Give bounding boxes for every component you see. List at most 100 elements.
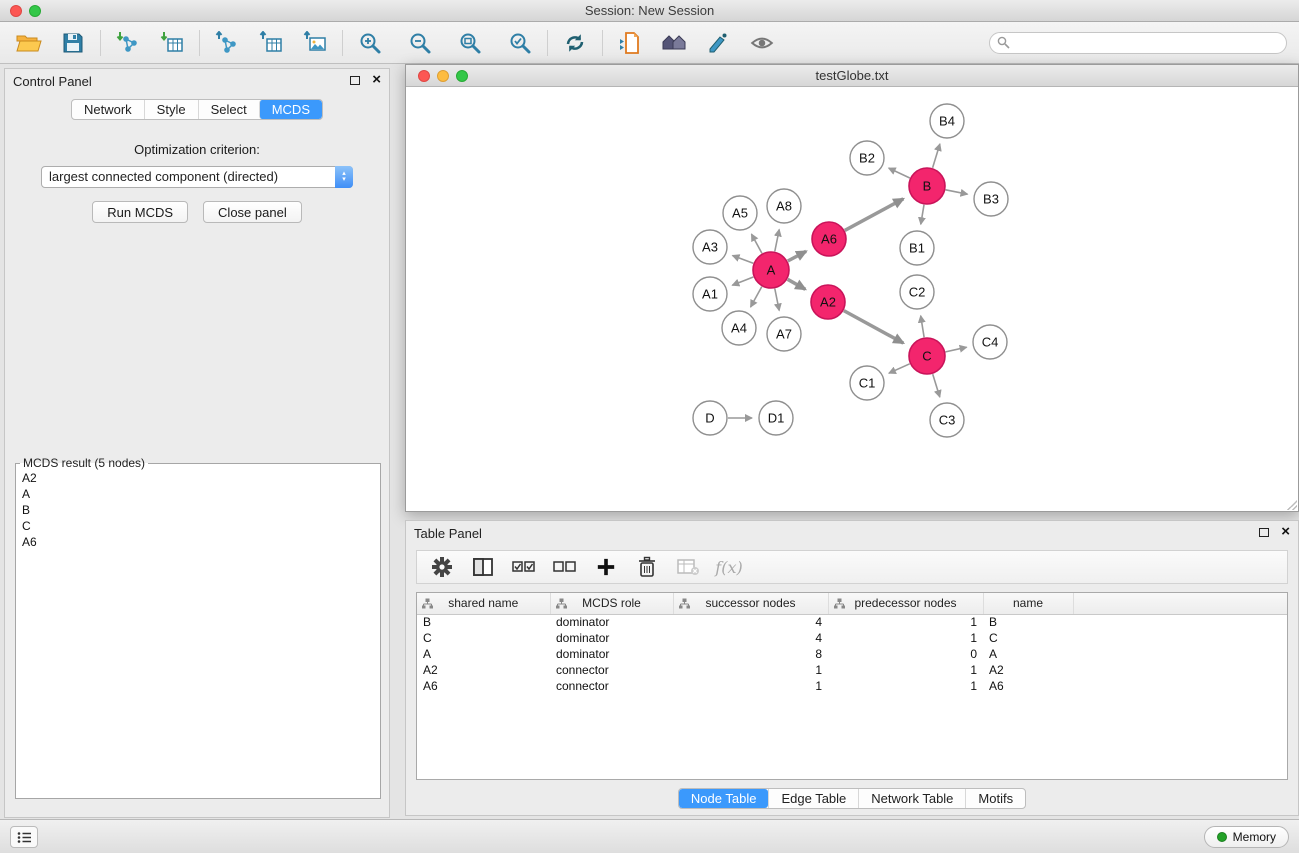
column-header-shared-name[interactable]: shared name [417, 593, 550, 614]
graph-edge[interactable] [921, 205, 924, 225]
close-window-button[interactable] [10, 5, 22, 17]
tab-style[interactable]: Style [144, 100, 198, 119]
function-builder-button[interactable]: f(x) [716, 554, 742, 580]
table-cell[interactable]: 1 [828, 678, 983, 694]
graph-edge[interactable] [844, 311, 904, 344]
graph-node-A8[interactable]: A8 [767, 189, 801, 223]
table-cell[interactable]: A2 [983, 662, 1073, 678]
graph-edge[interactable] [788, 279, 806, 289]
graph-edge[interactable] [921, 316, 924, 338]
graph-node-A7[interactable]: A7 [767, 317, 801, 351]
graph-node-B[interactable]: B [909, 168, 945, 204]
table-cell[interactable] [1073, 614, 1287, 630]
table-row[interactable]: A6connector11A6 [417, 678, 1287, 694]
graph-node-B4[interactable]: B4 [930, 104, 964, 138]
graph-edge[interactable] [946, 347, 967, 352]
table-cell[interactable]: A2 [417, 662, 550, 678]
table-cell[interactable]: A6 [417, 678, 550, 694]
run-mcds-button[interactable]: Run MCDS [92, 201, 188, 223]
import-network-button[interactable] [111, 28, 145, 58]
graph-edge[interactable] [889, 364, 910, 373]
result-item[interactable]: C [16, 518, 380, 534]
result-item[interactable]: A2 [16, 470, 380, 486]
table-cell[interactable]: connector [550, 662, 673, 678]
table-row[interactable]: A2connector11A2 [417, 662, 1287, 678]
table-cell[interactable]: dominator [550, 630, 673, 646]
table-cell[interactable]: 1 [673, 662, 828, 678]
close-panel-icon[interactable]: × [1281, 526, 1290, 538]
graph-node-C1[interactable]: C1 [850, 366, 884, 400]
import-table-button[interactable] [155, 28, 189, 58]
graph-edge[interactable] [751, 287, 762, 307]
tab-node-table[interactable]: Node Table [679, 789, 769, 808]
network-overview-button[interactable] [657, 28, 691, 58]
graph-edge[interactable] [733, 256, 754, 264]
graph-edge[interactable] [889, 168, 910, 178]
graph-edge[interactable] [775, 289, 779, 311]
document-transfer-button[interactable] [613, 28, 647, 58]
result-item[interactable]: B [16, 502, 380, 518]
zoom-out-button[interactable] [403, 28, 437, 58]
tab-select[interactable]: Select [198, 100, 259, 119]
graph-edge[interactable] [933, 144, 940, 168]
apply-layout-button[interactable] [558, 28, 592, 58]
open-session-button[interactable] [12, 28, 46, 58]
minimize-window-button[interactable] [437, 70, 449, 82]
show-columns-button[interactable] [470, 554, 496, 580]
table-cell[interactable]: C [417, 630, 550, 646]
table-settings-button[interactable] [429, 554, 455, 580]
graph-node-B1[interactable]: B1 [900, 231, 934, 265]
graph-node-A1[interactable]: A1 [693, 277, 727, 311]
export-network-button[interactable] [210, 28, 244, 58]
table-cell[interactable] [1073, 662, 1287, 678]
task-history-button[interactable] [10, 826, 38, 848]
column-header-successor-nodes[interactable]: successor nodes [673, 593, 828, 614]
table-cell[interactable] [1073, 646, 1287, 662]
float-panel-icon[interactable] [350, 76, 360, 85]
table-row[interactable]: Adominator80A [417, 646, 1287, 662]
close-panel-button[interactable]: Close panel [203, 201, 302, 223]
column-header-mcds-role[interactable]: MCDS role [550, 593, 673, 614]
zoom-window-button[interactable] [29, 5, 41, 17]
table-cell[interactable]: 1 [828, 662, 983, 678]
column-header-name[interactable]: name [983, 593, 1073, 614]
table-cell[interactable]: B [417, 614, 550, 630]
table-cell[interactable]: dominator [550, 646, 673, 662]
table-cell[interactable] [1073, 630, 1287, 646]
graph-node-A5[interactable]: A5 [723, 196, 757, 230]
graph-node-B2[interactable]: B2 [850, 141, 884, 175]
table-row[interactable]: Bdominator41B [417, 614, 1287, 630]
graph-node-A4[interactable]: A4 [722, 311, 756, 345]
graph-node-A[interactable]: A [753, 252, 789, 288]
export-image-button[interactable] [298, 28, 332, 58]
graph-edge[interactable] [845, 199, 904, 231]
delete-column-button[interactable] [634, 554, 660, 580]
graph-edge[interactable] [788, 251, 806, 261]
zoom-selected-button[interactable] [503, 28, 537, 58]
table-cell[interactable]: 0 [828, 646, 983, 662]
create-column-button[interactable] [593, 554, 619, 580]
result-item[interactable]: A [16, 486, 380, 502]
zoom-fit-button[interactable] [453, 28, 487, 58]
close-window-button[interactable] [418, 70, 430, 82]
deselect-all-button[interactable] [552, 554, 578, 580]
table-cell[interactable]: 1 [828, 614, 983, 630]
table-cell[interactable]: 4 [673, 630, 828, 646]
table-row[interactable]: Cdominator41C [417, 630, 1287, 646]
graph-node-A2[interactable]: A2 [811, 285, 845, 319]
criterion-dropdown[interactable]: largest connected component (directed) ▴… [41, 166, 353, 188]
table-cell[interactable]: connector [550, 678, 673, 694]
graph-edge[interactable] [775, 230, 779, 252]
tab-network-table[interactable]: Network Table [858, 789, 965, 808]
tab-edge-table[interactable]: Edge Table [768, 789, 858, 808]
show-hide-button[interactable] [745, 28, 779, 58]
graph-node-C4[interactable]: C4 [973, 325, 1007, 359]
search-input[interactable] [989, 32, 1287, 54]
annotation-button[interactable] [701, 28, 735, 58]
float-panel-icon[interactable] [1259, 528, 1269, 537]
graph-edge[interactable] [946, 190, 968, 194]
table-cell[interactable]: 8 [673, 646, 828, 662]
table-cell[interactable]: A [417, 646, 550, 662]
table-cell[interactable]: 1 [828, 630, 983, 646]
memory-button[interactable]: Memory [1204, 826, 1289, 848]
